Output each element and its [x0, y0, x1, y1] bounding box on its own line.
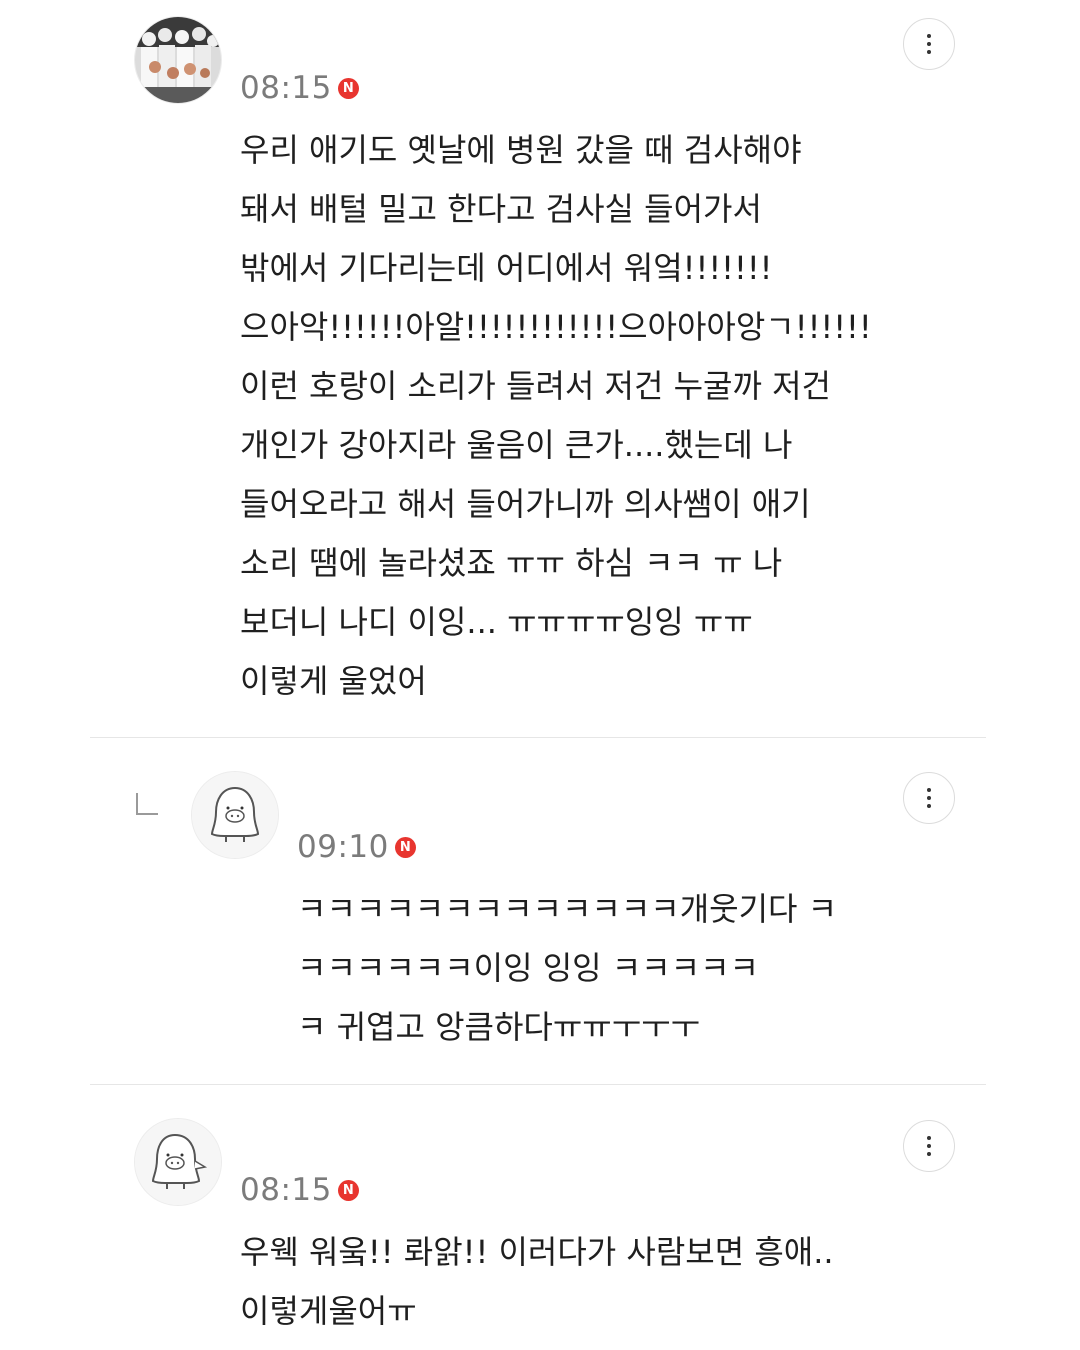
more-vertical-icon [927, 788, 931, 792]
more-options-button[interactable] [903, 1120, 955, 1172]
comment-time: 09:10 [297, 829, 389, 865]
penguin-avatar-icon[interactable] [134, 1118, 222, 1206]
more-vertical-icon [927, 34, 931, 38]
comment-meta: 08:15 N [240, 68, 359, 108]
more-options-button[interactable] [903, 18, 955, 70]
comment-text: 우리 애기도 옛날에 병원 갔을 때 검사해야 돼서 배털 밀고 한다고 검사실… [240, 131, 872, 700]
comment-divider [90, 1084, 986, 1085]
reply-arrow-icon [136, 793, 158, 815]
comment-text: ㅋㅋㅋㅋㅋㅋㅋㅋㅋㅋㅋㅋㅋ개웃기다 ㅋ ㅋㅋㅋㅋㅋㅋ이잉 잉잉 ㅋㅋㅋㅋㅋ ㅋ … [297, 890, 838, 1046]
comment-meta: 08:15 N [240, 1170, 359, 1210]
group-photo-avatar-icon[interactable] [134, 16, 222, 104]
new-badge-icon: N [337, 77, 359, 99]
comment-text: 우웩 워웈!! 롸앍!! 이러다가 사람보면 흥애.. 이렇게울어ㅠ [240, 1233, 834, 1330]
comment-divider [90, 737, 986, 738]
new-badge-icon: N [394, 836, 416, 858]
comment-time: 08:15 [240, 1172, 332, 1208]
more-vertical-icon [927, 1136, 931, 1140]
comment-time: 08:15 [240, 70, 332, 106]
more-options-button[interactable] [903, 772, 955, 824]
penguin-avatar-icon[interactable] [191, 771, 279, 859]
comment-meta: 09:10 N [297, 827, 416, 867]
new-badge-icon: N [337, 1179, 359, 1201]
